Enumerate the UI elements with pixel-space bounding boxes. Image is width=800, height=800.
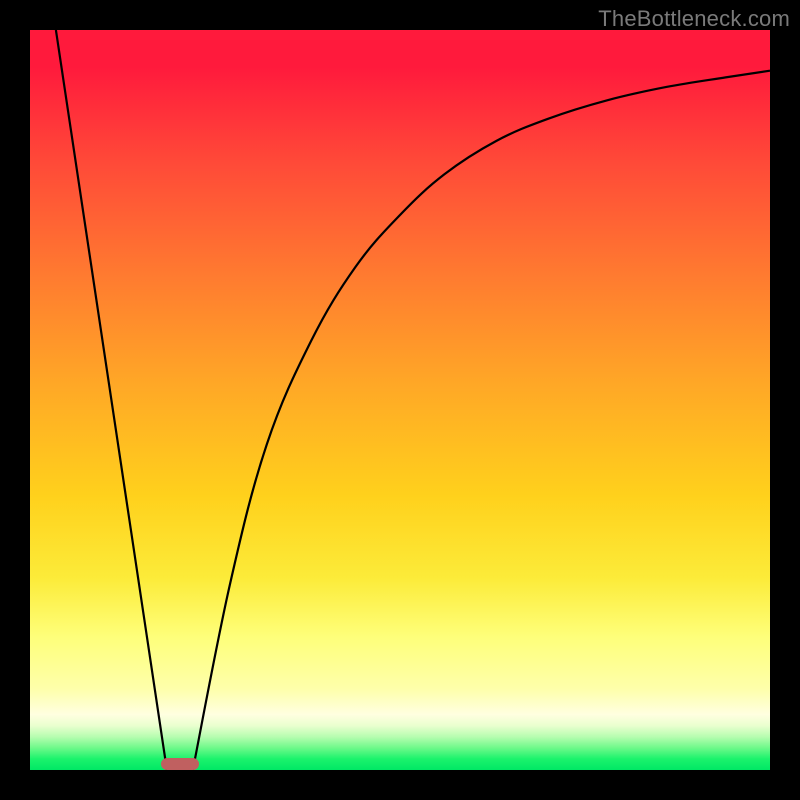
curve-layer bbox=[30, 30, 770, 770]
watermark-text: TheBottleneck.com bbox=[598, 6, 790, 32]
curve-right bbox=[193, 71, 770, 770]
balance-marker bbox=[161, 758, 199, 770]
plot-area bbox=[30, 30, 770, 770]
chart-frame: TheBottleneck.com bbox=[0, 0, 800, 800]
curve-left bbox=[56, 30, 167, 770]
